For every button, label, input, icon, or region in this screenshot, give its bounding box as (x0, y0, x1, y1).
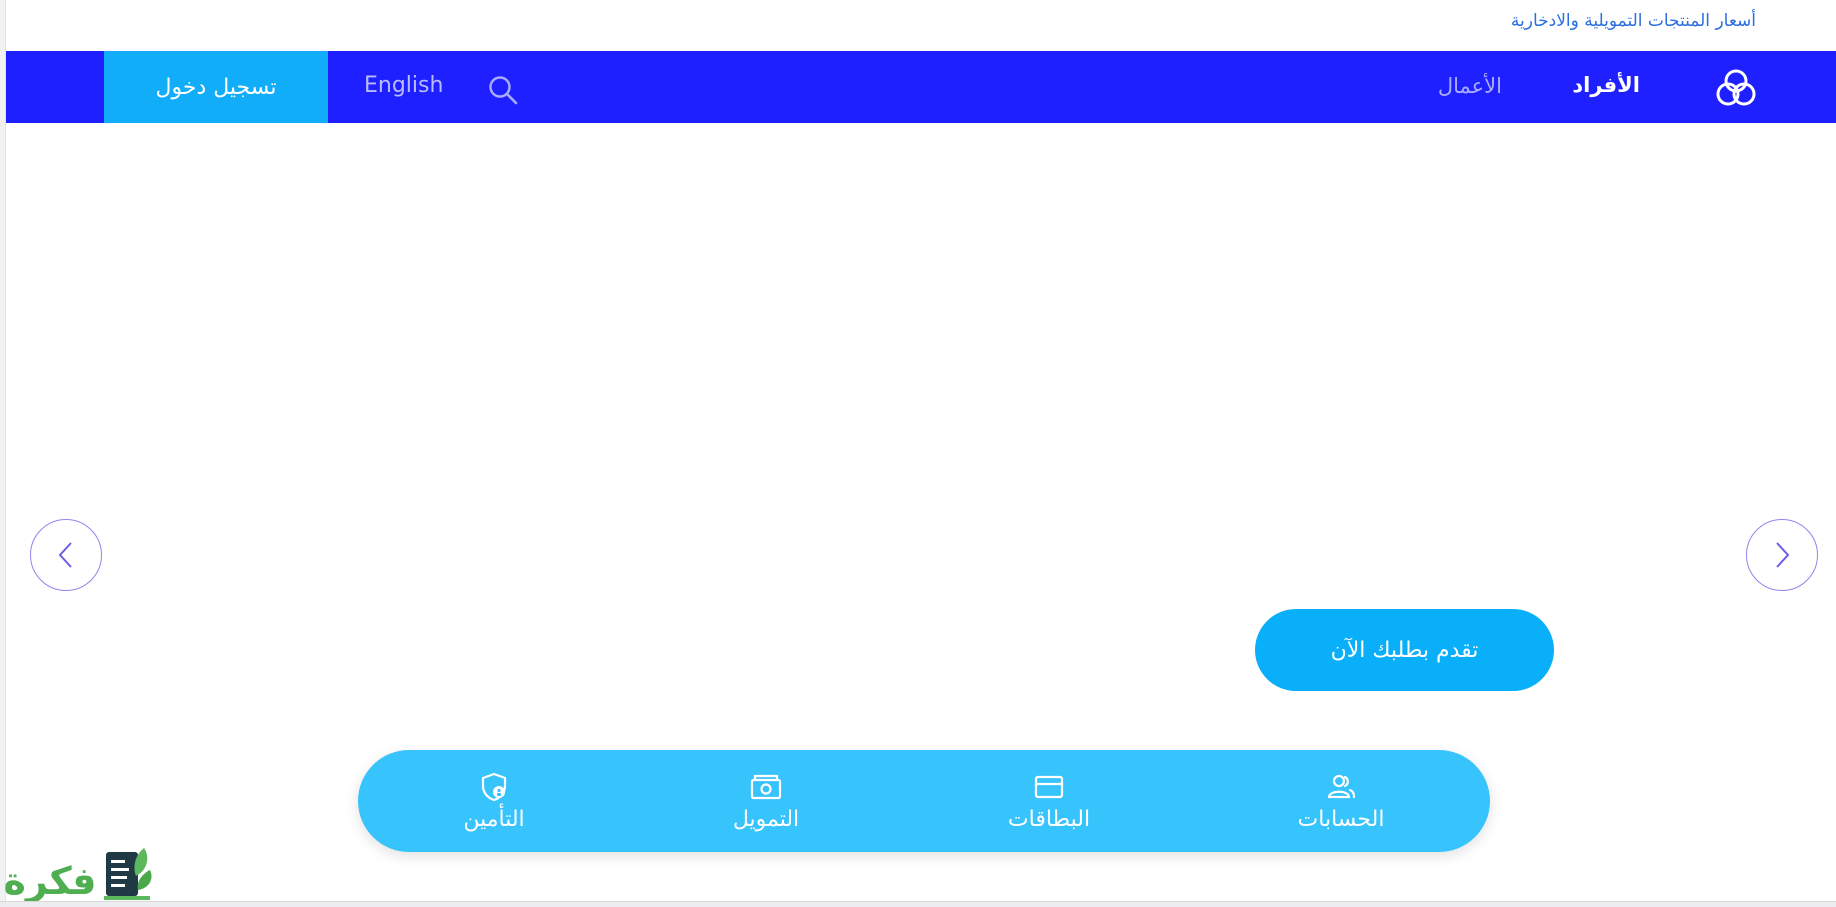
quick-link-finance[interactable]: التمويل (676, 750, 856, 852)
bottom-edge (0, 901, 1836, 907)
chevron-right-icon (1776, 542, 1790, 568)
quick-link-label: البطاقات (1007, 806, 1091, 832)
quick-link-insurance[interactable]: التأمين (404, 750, 584, 852)
quick-link-label: التمويل (732, 806, 800, 832)
language-switch-link[interactable]: English (364, 73, 443, 98)
shield-user-icon (481, 772, 507, 801)
credit-card-icon (1034, 775, 1064, 798)
quick-link-label: الحسابات (1297, 806, 1385, 832)
carousel-next-button[interactable] (1746, 519, 1818, 591)
left-edge (0, 0, 6, 907)
banknote-icon (750, 774, 782, 799)
watermark-logo: فكرة (3, 848, 152, 903)
apply-now-button[interactable]: تقدم بطلبك الآن (1255, 609, 1554, 691)
carousel-prev-button[interactable] (30, 519, 102, 591)
product-rates-link[interactable]: أسعار المنتجات التمويلية والادخارية (1511, 11, 1756, 31)
quick-link-label: التأمين (463, 806, 525, 832)
user-group-icon (1327, 774, 1356, 798)
nav-individuals[interactable]: الأفراد (1572, 73, 1640, 97)
nav-business[interactable]: الأعمال (1438, 74, 1502, 98)
chevron-left-icon (58, 542, 72, 568)
login-button[interactable]: تسجيل دخول (104, 51, 328, 123)
quick-links-bar: الحسابات البطاقات التمويل التأمين (358, 750, 1490, 852)
quick-link-cards[interactable]: البطاقات (959, 750, 1139, 852)
watermark-text: فكرة (3, 859, 96, 903)
bank-logo-icon[interactable] (1712, 64, 1760, 112)
quick-link-accounts[interactable]: الحسابات (1251, 750, 1431, 852)
search-icon[interactable] (487, 74, 519, 106)
